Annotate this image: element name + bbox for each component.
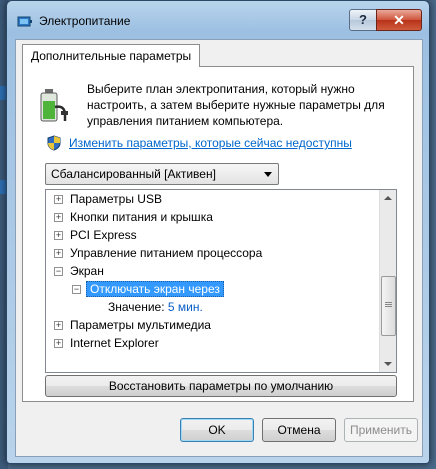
power-plan-dropdown[interactable]: Сбалансированный [Активен] (45, 163, 279, 185)
ok-button[interactable]: OK (180, 418, 254, 442)
chevron-down-icon (264, 172, 272, 177)
tree-item-processor[interactable]: + Управление питанием процессора (54, 244, 262, 262)
scroll-thumb[interactable] (381, 276, 396, 336)
tree-item-label: PCI Express (70, 228, 137, 242)
tree-item-label: Internet Explorer (70, 336, 159, 350)
expand-plus-icon[interactable]: + (54, 321, 63, 330)
uac-shield-icon (47, 135, 61, 151)
tree-item-usb[interactable]: + Параметры USB (54, 190, 162, 208)
apply-button[interactable]: Применить (344, 418, 418, 442)
expand-plus-icon[interactable]: + (54, 213, 63, 222)
tree-item-label: Экран (70, 264, 104, 278)
close-button[interactable]: ✕ (376, 9, 422, 31)
tree-item-internet-explorer[interactable]: + Internet Explorer (54, 334, 159, 352)
tab-advanced-settings[interactable]: Дополнительные параметры (22, 44, 201, 67)
tree-item-label: Кнопки питания и крышка (70, 210, 213, 224)
dialog-client-area: Дополнительные параметры Выберите план э… (15, 39, 423, 457)
tree-item-power-buttons[interactable]: + Кнопки питания и крышка (54, 208, 213, 226)
scroll-down-arrow-icon[interactable] (380, 356, 396, 372)
tree-item-display[interactable]: − Экран (54, 262, 104, 280)
title-bar[interactable]: Электропитание ? ✕ (7, 1, 429, 39)
power-plan-value: Сбалансированный [Активен] (51, 167, 216, 181)
tree-item-multimedia[interactable]: + Параметры мультимедиа (54, 316, 211, 334)
expand-plus-icon[interactable]: + (54, 339, 63, 348)
tree-item-turn-off-display[interactable]: − Отключать экран через (72, 280, 224, 298)
collapse-minus-icon[interactable]: − (54, 267, 63, 276)
cancel-button[interactable]: Отмена (262, 418, 336, 442)
scroll-up-arrow-icon[interactable] (380, 190, 396, 206)
value-link[interactable]: 5 мин. (168, 300, 203, 314)
battery-plug-icon (40, 89, 68, 122)
help-button[interactable]: ? (349, 9, 377, 31)
expand-plus-icon[interactable]: + (54, 195, 63, 204)
change-unavailable-settings-link[interactable]: Изменить параметры, которые сейчас недос… (69, 136, 352, 150)
plan-description: Выберите план электропитания, который ну… (87, 82, 385, 128)
tab-panel: Выберите план электропитания, который ну… (22, 66, 414, 402)
expand-plus-icon[interactable]: + (54, 231, 63, 240)
power-options-dialog: Электропитание ? ✕ Дополнительные параме… (6, 0, 430, 464)
tree-scrollbar[interactable] (379, 190, 396, 372)
tree-item-label: Управление питанием процессора (70, 246, 263, 260)
tree-item-value[interactable]: Значение: 5 мин. (108, 298, 203, 316)
window-title: Электропитание (39, 14, 131, 28)
restore-defaults-button[interactable]: Восстановить параметры по умолчанию (45, 375, 397, 397)
tree-item-label: Параметры мультимедиа (70, 318, 211, 332)
tree-item-label-selected: Отключать экран через (86, 281, 224, 297)
collapse-minus-icon[interactable]: − (72, 285, 81, 294)
tree-item-label: Параметры USB (70, 192, 162, 206)
expand-plus-icon[interactable]: + (54, 249, 63, 258)
value-label: Значение: (108, 300, 165, 314)
power-options-icon (17, 16, 32, 27)
settings-tree[interactable]: + Параметры USB + Кнопки питания и крышк… (45, 189, 397, 373)
tree-item-pci-express[interactable]: + PCI Express (54, 226, 137, 244)
